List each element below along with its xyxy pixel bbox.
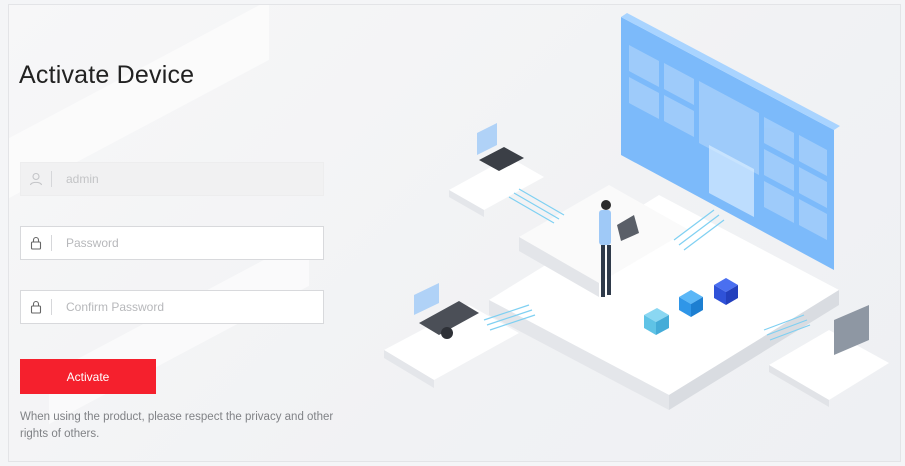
camera-lens: [441, 327, 453, 339]
field-divider: [51, 171, 52, 187]
user-icon: [21, 162, 51, 196]
activation-panel: Activate Device admin Password Confirm P…: [8, 4, 901, 462]
device-screen: [414, 283, 439, 315]
username-field: admin: [20, 162, 324, 196]
person-leg: [601, 245, 605, 297]
page-title: Activate Device: [19, 61, 195, 89]
lock-icon: [21, 226, 51, 260]
field-divider: [51, 235, 52, 251]
person-head: [601, 200, 611, 210]
person-body: [599, 210, 611, 245]
lock-icon: [21, 290, 51, 324]
activate-button[interactable]: Activate: [20, 359, 156, 394]
pad-bottom-right: [769, 330, 889, 400]
field-divider: [51, 299, 52, 315]
media-device: [834, 305, 869, 355]
username-value: admin: [66, 172, 99, 186]
confirm-password-placeholder: Confirm Password: [66, 300, 165, 314]
password-field[interactable]: Password: [20, 226, 324, 260]
background-stripe: [9, 5, 269, 231]
device-screen: [477, 123, 497, 155]
background-stripe: [49, 235, 309, 425]
device-illustration: [384, 13, 889, 410]
confirm-password-field[interactable]: Confirm Password: [20, 290, 324, 324]
privacy-notice: When using the product, please respect t…: [20, 411, 334, 440]
password-placeholder: Password: [66, 236, 119, 250]
person-leg: [607, 245, 611, 295]
